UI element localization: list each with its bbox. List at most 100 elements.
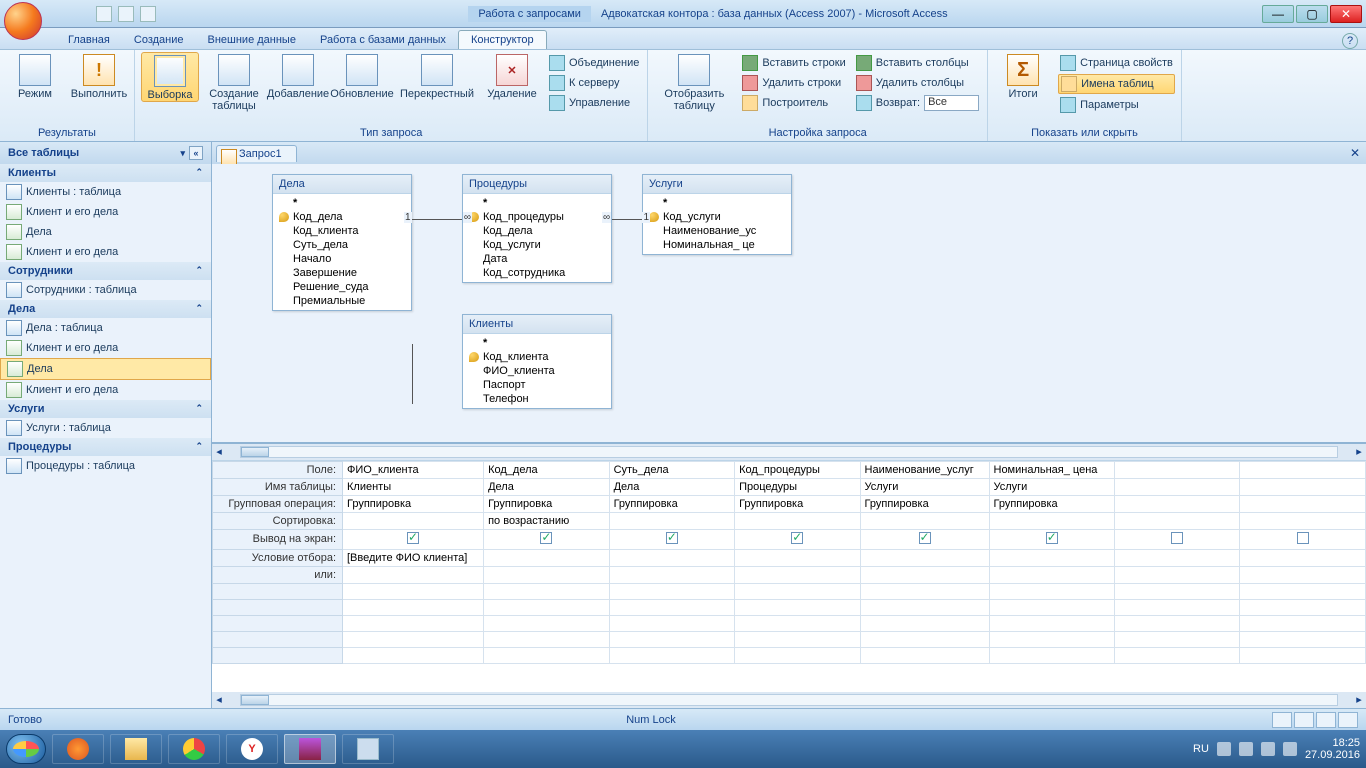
union-query-button[interactable]: Объединение [547, 54, 641, 72]
field-item[interactable]: Начало [277, 252, 407, 266]
qbe-cell[interactable]: Группировка [860, 495, 989, 512]
qbe-cell[interactable] [860, 615, 989, 631]
diagram-pane[interactable]: Дела*Код_делаКод_клиентаСуть_делаНачалоЗ… [212, 164, 1366, 444]
qbe-cell[interactable] [484, 549, 609, 566]
qbe-cell[interactable]: Дела [609, 478, 734, 495]
qbe-cell[interactable] [343, 647, 484, 663]
checkbox-icon[interactable] [407, 532, 419, 544]
checkbox-icon[interactable] [919, 532, 931, 544]
qbe-cell[interactable] [343, 566, 484, 583]
qbe-cell[interactable] [484, 583, 609, 599]
qbe-grid[interactable]: Поле:ФИО_клиентаКод_делаСуть_делаКод_про… [212, 460, 1366, 692]
qbe-cell[interactable] [989, 615, 1114, 631]
qbe-cell[interactable] [860, 599, 989, 615]
view-sql-icon[interactable] [1294, 712, 1314, 728]
qbe-cell[interactable] [343, 599, 484, 615]
tray-network-icon[interactable] [1261, 742, 1275, 756]
qbe-cell[interactable]: Код_дела [484, 461, 609, 478]
parameters-button[interactable]: Параметры [1058, 96, 1175, 114]
qbe-cell-show[interactable] [989, 529, 1114, 549]
qbe-cell[interactable]: Процедуры [735, 478, 860, 495]
qbe-cell[interactable]: Услуги [989, 478, 1114, 495]
nav-item[interactable]: Сотрудники : таблица [0, 280, 211, 300]
view-pivot-icon[interactable] [1338, 712, 1358, 728]
qbe-cell[interactable] [484, 647, 609, 663]
view-design-icon[interactable] [1272, 712, 1292, 728]
nav-group-header[interactable]: Дела⌃ [0, 300, 211, 318]
tray-volume-icon[interactable] [1283, 742, 1297, 756]
qat-redo-icon[interactable] [140, 6, 156, 22]
checkbox-icon[interactable] [540, 532, 552, 544]
navpane-header[interactable]: Все таблицы ▾ « [0, 142, 211, 164]
qbe-cell[interactable] [735, 549, 860, 566]
checkbox-icon[interactable] [791, 532, 803, 544]
qbe-cell[interactable]: Код_процедуры [735, 461, 860, 478]
qbe-cell[interactable] [484, 631, 609, 647]
diagram-hscrollbar[interactable]: ◂▸ [212, 444, 1366, 460]
qbe-cell[interactable]: Группировка [484, 495, 609, 512]
tray-icon[interactable] [1239, 742, 1253, 756]
builder-button[interactable]: Построитель [740, 94, 847, 112]
field-item[interactable]: * [647, 196, 787, 210]
field-item[interactable]: * [467, 196, 607, 210]
qbe-cell[interactable] [1114, 495, 1239, 512]
totals-button[interactable]: Итоги [994, 52, 1052, 100]
field-item[interactable]: Телефон [467, 392, 607, 406]
delete-rows-button[interactable]: Удалить строки [740, 74, 847, 92]
checkbox-icon[interactable] [1171, 532, 1183, 544]
qbe-cell[interactable] [1114, 647, 1239, 663]
field-item[interactable]: Код_услуги [467, 238, 607, 252]
table-window[interactable]: Услуги*Код_услугиНаименование_усНоминаль… [642, 174, 792, 255]
start-button[interactable] [6, 734, 46, 764]
qbe-cell-show[interactable] [609, 529, 734, 549]
qbe-cell[interactable] [1240, 583, 1366, 599]
language-indicator[interactable]: RU [1193, 743, 1209, 755]
nav-group-header[interactable]: Клиенты⌃ [0, 164, 211, 182]
qbe-cell[interactable] [484, 615, 609, 631]
view-datasheet-icon[interactable] [1316, 712, 1336, 728]
qbe-cell[interactable] [1240, 647, 1366, 663]
nav-item[interactable]: Клиент и его дела [0, 338, 211, 358]
qbe-cell[interactable] [1114, 512, 1239, 529]
table-window[interactable]: Клиенты*Код_клиентаФИО_клиентаПаспортТел… [462, 314, 612, 409]
field-item[interactable]: Код_услуги [647, 210, 787, 224]
qbe-cell[interactable]: Дела [484, 478, 609, 495]
qbe-cell[interactable] [343, 631, 484, 647]
collapse-pane-icon[interactable]: « [189, 146, 203, 160]
field-item[interactable]: Код_процедуры [467, 210, 607, 224]
window-close-button[interactable]: ✕ [1330, 5, 1362, 23]
close-tab-button[interactable]: ✕ [1350, 146, 1360, 160]
qbe-cell[interactable]: Услуги [860, 478, 989, 495]
qbe-cell[interactable]: Группировка [989, 495, 1114, 512]
propertysheet-button[interactable]: Страница свойств [1058, 54, 1175, 72]
qbe-cell[interactable]: Номинальная_ цена [989, 461, 1114, 478]
qbe-cell-show[interactable] [343, 529, 484, 549]
field-item[interactable]: Код_клиента [277, 224, 407, 238]
delete-query-button[interactable]: Удаление [483, 52, 541, 100]
qbe-cell[interactable] [735, 615, 860, 631]
help-icon[interactable]: ? [1342, 33, 1358, 49]
field-item[interactable]: Код_дела [277, 210, 407, 224]
qbe-cell[interactable] [735, 512, 860, 529]
checkbox-icon[interactable] [1046, 532, 1058, 544]
checkbox-icon[interactable] [666, 532, 678, 544]
nav-item[interactable]: Процедуры : таблица [0, 456, 211, 476]
field-item[interactable]: Номинальная_ це [647, 238, 787, 252]
field-item[interactable]: ФИО_клиента [467, 364, 607, 378]
showtable-button[interactable]: Отобразить таблицу [654, 52, 734, 112]
qbe-cell[interactable] [735, 647, 860, 663]
qbe-cell[interactable] [1114, 583, 1239, 599]
qbe-cell[interactable] [1114, 549, 1239, 566]
insert-cols-button[interactable]: Вставить столбцы [854, 54, 981, 72]
qbe-cell[interactable] [860, 647, 989, 663]
document-tab[interactable]: Запрос1 [216, 145, 297, 162]
qbe-cell[interactable] [1240, 631, 1366, 647]
qat-save-icon[interactable] [96, 6, 112, 22]
window-minimize-button[interactable]: — [1262, 5, 1294, 23]
field-item[interactable]: Завершение [277, 266, 407, 280]
taskbar-chrome[interactable] [168, 734, 220, 764]
field-item[interactable]: * [277, 196, 407, 210]
nav-item[interactable]: Клиент и его дела [0, 202, 211, 222]
qbe-cell[interactable] [989, 583, 1114, 599]
qbe-cell-show[interactable] [1114, 529, 1239, 549]
